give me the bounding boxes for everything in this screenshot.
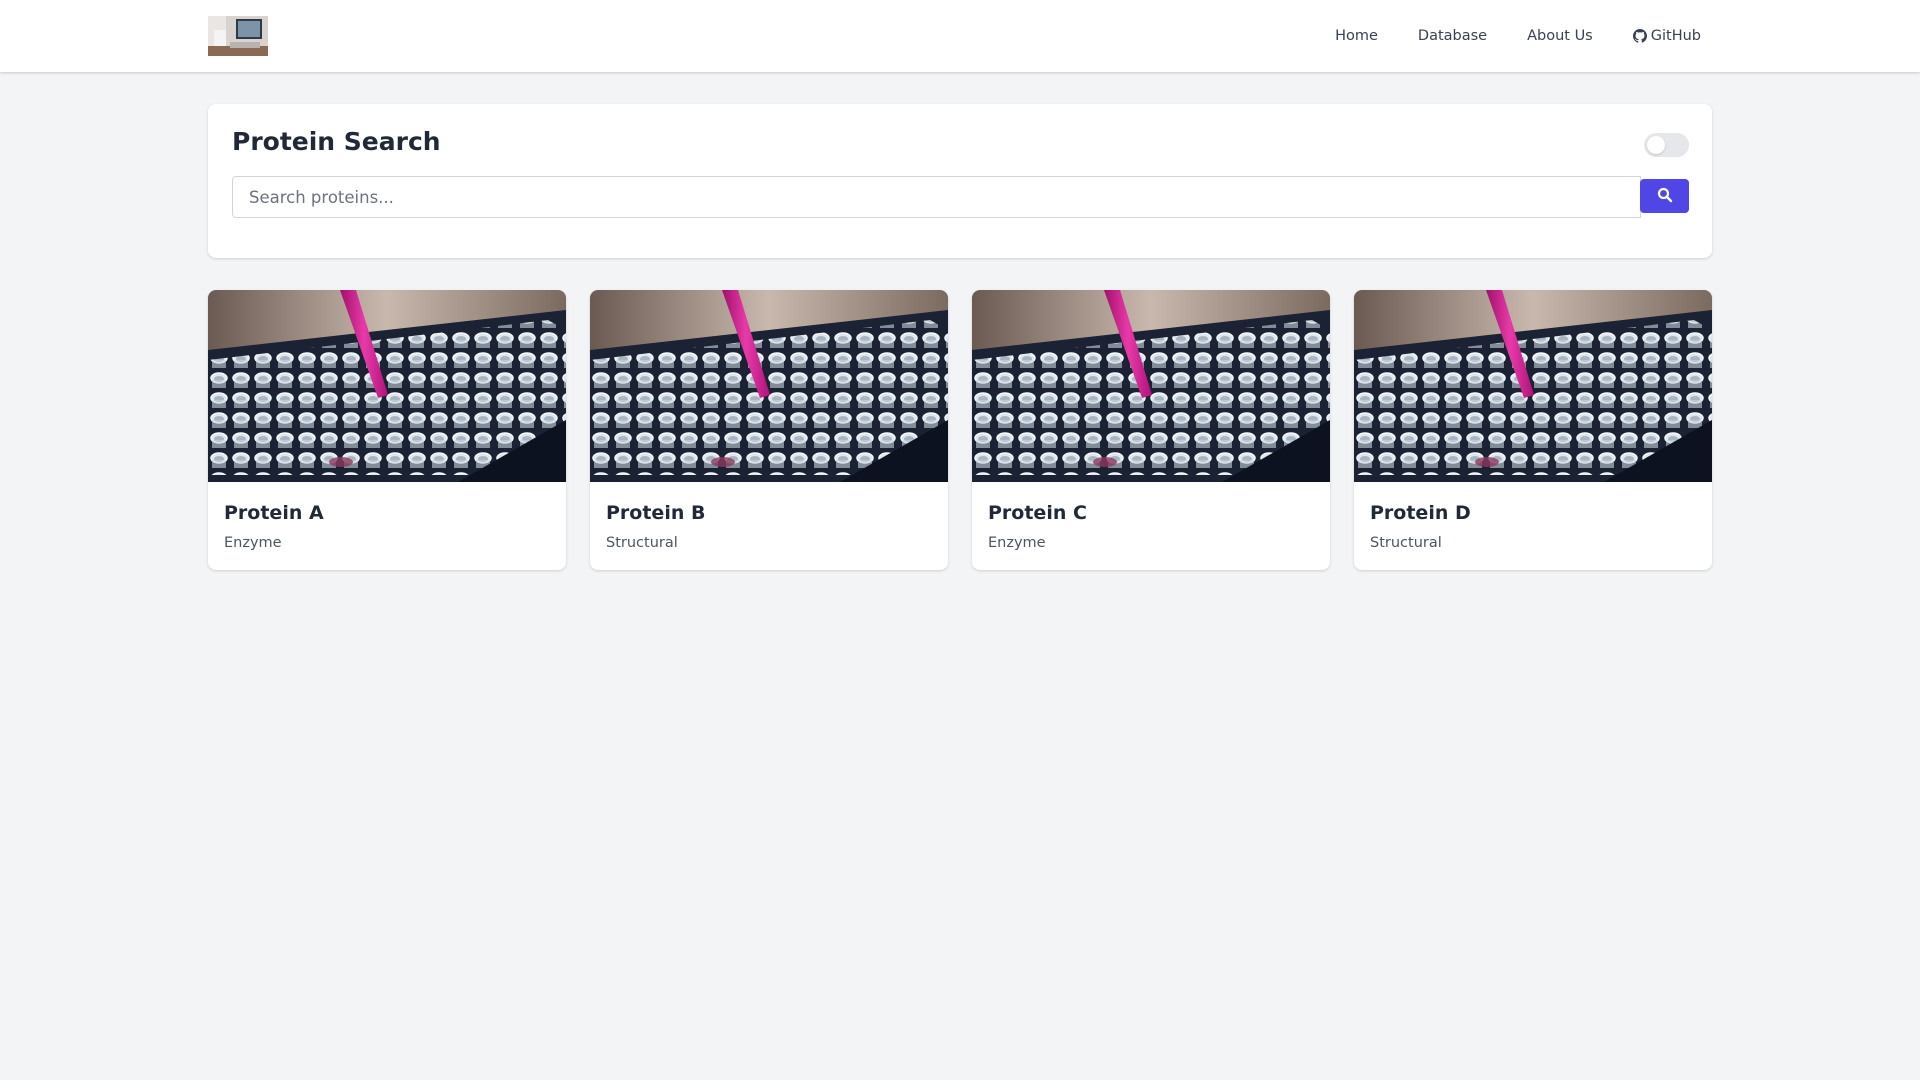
logo-image[interactable] [208, 16, 268, 56]
search-button[interactable] [1640, 179, 1689, 213]
protein-card-grid: Protein A Enzyme Protein B Structural Pr [208, 290, 1712, 570]
protein-card[interactable]: Protein C Enzyme [972, 290, 1330, 570]
nav-links: Home Database About Us GitHub [1335, 0, 1701, 72]
nav-github-label: GitHub [1650, 28, 1701, 44]
github-icon [1632, 29, 1647, 43]
nav-database-label: Database [1417, 28, 1488, 44]
search-card: Protein Search [208, 104, 1712, 258]
protein-image [1354, 290, 1712, 482]
protein-card[interactable]: Protein B Structural [590, 290, 948, 570]
nav-github-link[interactable]: GitHub [1632, 28, 1701, 44]
search-icon [1657, 187, 1673, 206]
navbar: Home Database About Us GitHub [0, 0, 1920, 72]
protein-name: Protein A [224, 502, 324, 524]
theme-toggle[interactable] [1644, 133, 1689, 157]
protein-image [208, 290, 566, 482]
protein-name: Protein B [606, 502, 706, 524]
toggle-knob [1647, 136, 1665, 154]
nav-home-label: Home [1335, 28, 1378, 44]
protein-card[interactable]: Protein A Enzyme [208, 290, 566, 570]
protein-card[interactable]: Protein D Structural [1354, 290, 1712, 570]
protein-name: Protein C [988, 502, 1087, 524]
search-input[interactable] [232, 176, 1641, 218]
page-title: Protein Search [232, 127, 441, 156]
nav-about-link[interactable]: About Us [1527, 28, 1593, 44]
protein-name: Protein D [1370, 502, 1471, 524]
protein-type: Structural [606, 535, 678, 551]
nav-database-link[interactable]: Database [1418, 28, 1487, 44]
protein-type: Enzyme [988, 535, 1046, 551]
protein-image [972, 290, 1330, 482]
protein-type: Structural [1370, 535, 1442, 551]
nav-home-link[interactable]: Home [1335, 28, 1378, 44]
protein-type: Enzyme [224, 535, 282, 551]
nav-about-label: About Us [1527, 28, 1593, 44]
protein-image [590, 290, 948, 482]
